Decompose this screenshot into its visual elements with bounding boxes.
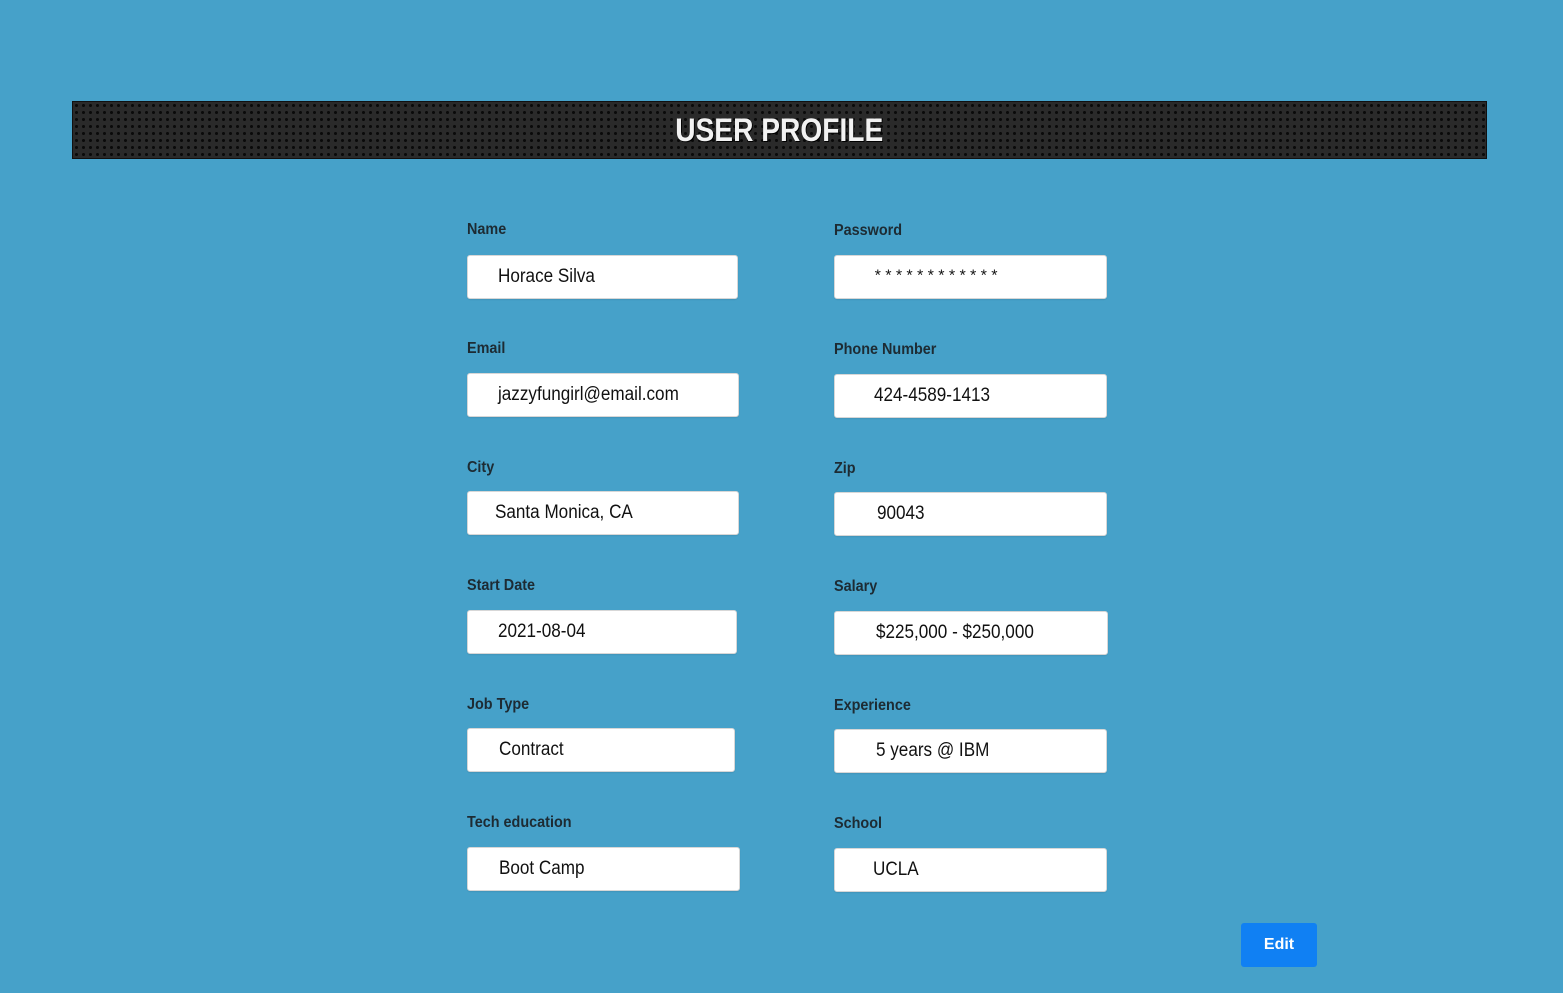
- password-label: Password: [834, 222, 903, 239]
- phone-number-value: 424-4589-1413: [874, 385, 991, 406]
- city-label: City: [467, 459, 495, 476]
- job-type-label: Job Type: [467, 696, 530, 713]
- job-type-field[interactable]: Contract: [467, 728, 735, 772]
- email-field[interactable]: jazzyfungirl@email.com: [467, 373, 739, 417]
- job-type-value: Contract: [499, 739, 564, 760]
- start-date-value: 2021-08-04: [498, 621, 586, 642]
- password-value: ************: [873, 268, 1001, 286]
- salary-field[interactable]: $225,000 - $250,000: [834, 611, 1108, 655]
- city-value: Santa Monica, CA: [495, 502, 633, 523]
- start-date-field[interactable]: 2021-08-04: [467, 610, 737, 654]
- experience-label: Experience: [834, 697, 911, 714]
- name-value: Horace Silva: [498, 266, 595, 287]
- start-date-label: Start Date: [467, 577, 536, 594]
- salary-label: Salary: [834, 578, 878, 595]
- salary-value: $225,000 - $250,000: [876, 622, 1034, 643]
- page-title: USER PROFILE: [675, 111, 884, 148]
- city-field[interactable]: Santa Monica, CA: [467, 491, 739, 535]
- school-value: UCLA: [873, 859, 919, 880]
- experience-value: 5 years @ IBM: [876, 740, 990, 761]
- password-field[interactable]: ************: [834, 255, 1107, 299]
- school-label: School: [834, 815, 883, 832]
- name-field[interactable]: Horace Silva: [467, 255, 738, 299]
- edit-button[interactable]: Edit: [1241, 923, 1317, 967]
- school-field[interactable]: UCLA: [834, 848, 1107, 892]
- zip-field[interactable]: 90043: [834, 492, 1107, 536]
- email-value: jazzyfungirl@email.com: [498, 384, 679, 405]
- zip-value: 90043: [877, 503, 925, 524]
- experience-field[interactable]: 5 years @ IBM: [834, 729, 1107, 773]
- zip-label: Zip: [834, 460, 856, 477]
- name-label: Name: [467, 221, 507, 238]
- phone-number-label: Phone Number: [834, 341, 937, 358]
- tech-education-value: Boot Camp: [499, 858, 585, 879]
- email-label: Email: [467, 340, 506, 357]
- tech-education-field[interactable]: Boot Camp: [467, 847, 740, 891]
- phone-number-field[interactable]: 424-4589-1413: [834, 374, 1107, 418]
- page-header: USER PROFILE: [72, 101, 1487, 159]
- tech-education-label: Tech education: [467, 814, 572, 831]
